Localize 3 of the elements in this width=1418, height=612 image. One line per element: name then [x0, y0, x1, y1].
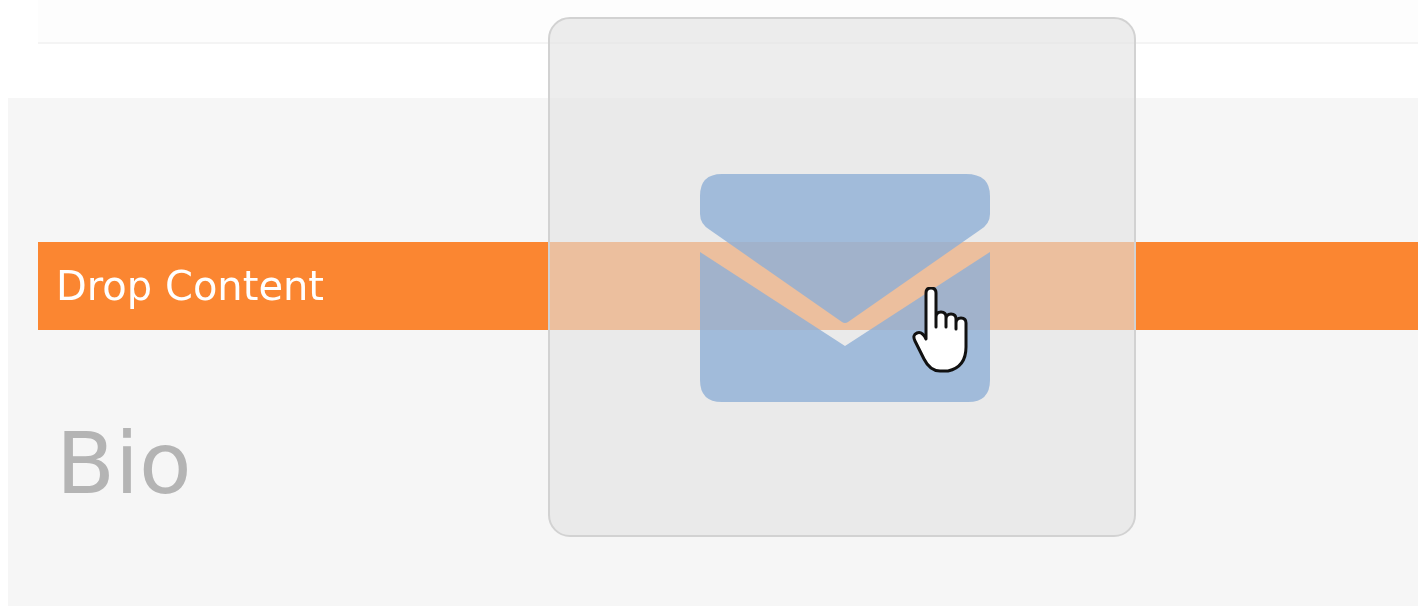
field-label: Bio	[56, 420, 192, 506]
envelope-icon	[700, 174, 990, 402]
drop-zone-label: Drop Content	[56, 262, 325, 311]
